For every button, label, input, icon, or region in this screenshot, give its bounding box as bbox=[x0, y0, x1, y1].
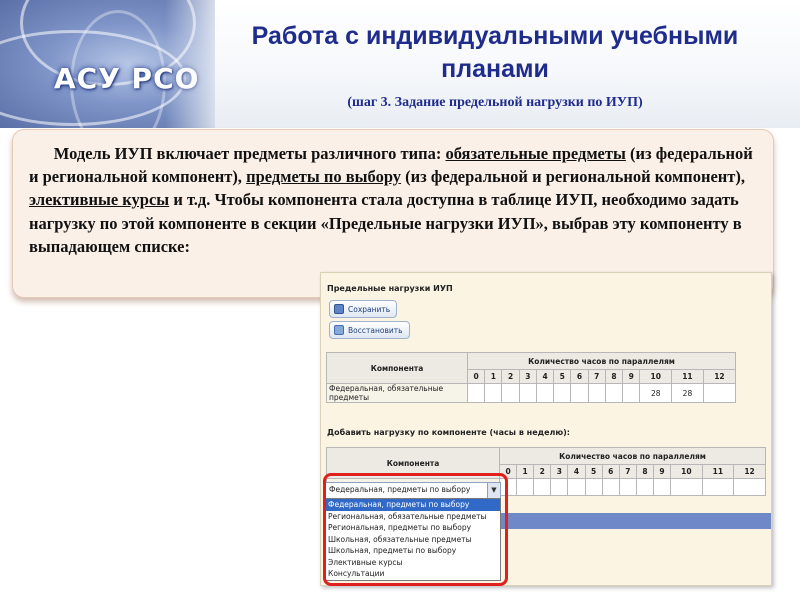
hours-value: 28 bbox=[682, 388, 693, 398]
restore-button[interactable]: Восстановить bbox=[329, 321, 410, 339]
grade-header: 0 bbox=[466, 369, 486, 384]
page-title: Работа с индивидуальными учебными планам… bbox=[251, 22, 739, 83]
selection-band bbox=[501, 513, 771, 529]
hours-cell[interactable]: 28 bbox=[639, 383, 673, 403]
description: Модель ИУП включает предметы различного … bbox=[29, 142, 764, 258]
highlight-frame bbox=[323, 473, 508, 586]
grade-header: 12 bbox=[733, 464, 766, 479]
grade-header: 6 bbox=[601, 464, 620, 479]
hours-input[interactable] bbox=[670, 478, 703, 496]
grade-header: 6 bbox=[570, 369, 589, 384]
grade-header: 3 bbox=[518, 369, 537, 384]
hours-input[interactable] bbox=[584, 478, 603, 496]
grade-header: 8 bbox=[604, 369, 624, 384]
hours-input[interactable] bbox=[533, 478, 552, 496]
hours-cell[interactable] bbox=[587, 383, 606, 403]
term-elective-subjects: предметы по выбору bbox=[246, 167, 402, 187]
grade-header: 8 bbox=[635, 464, 654, 479]
hours-input[interactable] bbox=[635, 478, 654, 496]
section-title-add-load: Добавить нагрузку по компоненте (часы в … bbox=[327, 428, 570, 437]
grade-header: 1 bbox=[484, 369, 503, 384]
grade-header: 11 bbox=[671, 369, 704, 384]
grade-header: 3 bbox=[550, 464, 569, 479]
hours-cell[interactable] bbox=[622, 383, 641, 403]
hours-cell[interactable] bbox=[518, 383, 537, 403]
grade-header: 2 bbox=[501, 369, 520, 384]
save-button[interactable]: Сохранить bbox=[329, 300, 398, 318]
asu-rso-banner: АСУ РСО bbox=[0, 0, 215, 128]
hours-cell[interactable] bbox=[484, 383, 503, 403]
hours-cell[interactable] bbox=[570, 383, 589, 403]
description-part: Модель ИУП включает предметы различного … bbox=[53, 144, 446, 163]
section-title-limits: Предельные нагрузки ИУП bbox=[327, 284, 453, 293]
term-mandatory: обязательные предметы bbox=[445, 144, 626, 163]
grade-header: 7 bbox=[618, 464, 637, 479]
grade-header: 9 bbox=[622, 369, 641, 384]
hours-cell[interactable]: 28 bbox=[671, 383, 704, 403]
hours-input[interactable] bbox=[618, 478, 637, 496]
hours-cell[interactable] bbox=[604, 383, 624, 403]
save-button-label: Сохранить bbox=[348, 304, 391, 314]
hours-input[interactable] bbox=[733, 478, 766, 496]
grade-header: 5 bbox=[584, 464, 603, 479]
hours-cell[interactable] bbox=[466, 383, 486, 403]
limits-table: Компонента Количество часов по параллеля… bbox=[326, 352, 737, 403]
hours-input[interactable] bbox=[550, 478, 569, 496]
restore-button-label: Восстановить bbox=[348, 325, 403, 335]
term-elective-courses: элективные курсы bbox=[29, 190, 170, 210]
hours-cell[interactable] bbox=[553, 383, 572, 403]
grade-header: 10 bbox=[639, 369, 673, 384]
slide-header: АСУ РСО Работа с индивидуальными учебным… bbox=[0, 0, 800, 128]
hours-input[interactable] bbox=[701, 478, 735, 496]
grade-header: 12 bbox=[702, 369, 737, 384]
description-part: (из федеральной и региональной компонент… bbox=[401, 167, 746, 187]
column-header-hours: Количество часов по параллелям bbox=[467, 352, 736, 370]
hours-input[interactable] bbox=[601, 478, 620, 496]
hours-cell[interactable] bbox=[702, 383, 737, 403]
grade-header: 10 bbox=[670, 464, 703, 479]
grade-header: 1 bbox=[516, 464, 535, 479]
hours-value: 28 bbox=[650, 388, 661, 398]
save-icon bbox=[334, 304, 344, 314]
grade-header: 2 bbox=[533, 464, 552, 479]
grade-header: 4 bbox=[567, 464, 586, 479]
grade-header: 9 bbox=[652, 464, 672, 479]
column-header-hours: Количество часов по параллелям bbox=[499, 447, 766, 465]
grade-header: 11 bbox=[701, 464, 735, 479]
hours-cell[interactable] bbox=[501, 383, 520, 403]
logo-text: АСУ РСО bbox=[54, 62, 200, 95]
hours-input[interactable] bbox=[516, 478, 535, 496]
row-label: Федеральная, обязательные предметы bbox=[326, 383, 468, 403]
grade-header: 4 bbox=[535, 369, 555, 384]
grade-header: 5 bbox=[553, 369, 572, 384]
restore-icon bbox=[334, 325, 344, 335]
grade-header: 7 bbox=[587, 369, 606, 384]
hours-cell[interactable] bbox=[535, 383, 555, 403]
page-subtitle: (шаг 3. Задание предельной нагрузки по И… bbox=[347, 95, 643, 110]
column-header-component: Компонента bbox=[326, 352, 468, 384]
hours-input[interactable] bbox=[652, 478, 672, 496]
hours-input[interactable] bbox=[567, 478, 586, 496]
